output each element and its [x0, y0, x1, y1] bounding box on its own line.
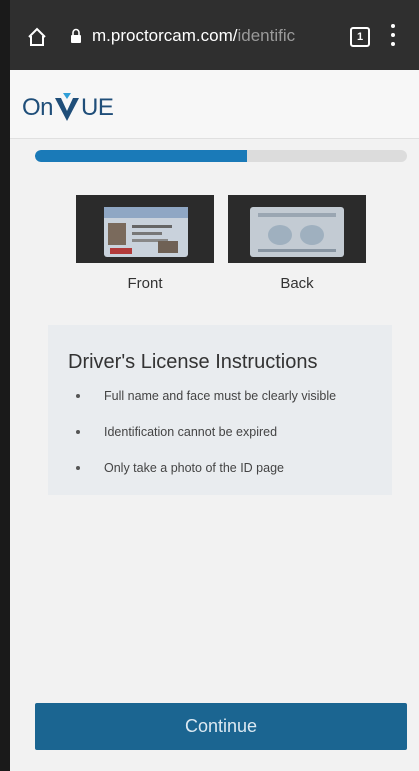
id-front-label: Front: [127, 275, 163, 292]
tabs-button[interactable]: 1: [350, 27, 370, 47]
address-bar[interactable]: m.proctorcam.com/identific: [70, 22, 336, 50]
logo-text-left: On: [22, 94, 54, 121]
instruction-item: Identification cannot be expired: [74, 423, 336, 459]
id-back-label: Back: [280, 275, 314, 292]
logo-v-mark-icon: [55, 93, 80, 121]
progress-fill: [35, 150, 248, 162]
instructions-panel: Driver's License Instructions Full name …: [48, 325, 392, 495]
logo-text-right: UE: [81, 94, 114, 121]
more-vert-icon[interactable]: [390, 24, 396, 48]
app-header: On UE: [10, 70, 419, 139]
lock-icon: [71, 28, 81, 43]
url-path: identific: [237, 26, 296, 45]
url-host: m.proctorcam.com/: [92, 26, 238, 45]
id-front-image[interactable]: [76, 195, 214, 263]
progress-bar: [35, 150, 407, 162]
home-icon[interactable]: [26, 26, 48, 48]
id-front-card[interactable]: Front: [76, 195, 214, 292]
instruction-item: Full name and face must be clearly visib…: [74, 387, 336, 423]
id-back-image[interactable]: [228, 195, 366, 263]
instructions-title: Driver's License Instructions: [68, 351, 318, 373]
id-back-card[interactable]: Back: [228, 195, 366, 292]
phone-screen: m.proctorcam.com/identific 1 On UE Front…: [10, 0, 419, 771]
browser-bar: m.proctorcam.com/identific 1: [10, 0, 419, 70]
onvue-logo: On UE: [22, 86, 114, 122]
continue-button[interactable]: Continue: [35, 703, 407, 750]
instructions-list: Full name and face must be clearly visib…: [74, 387, 336, 495]
instruction-item: Only take a photo of the ID page: [74, 459, 336, 495]
